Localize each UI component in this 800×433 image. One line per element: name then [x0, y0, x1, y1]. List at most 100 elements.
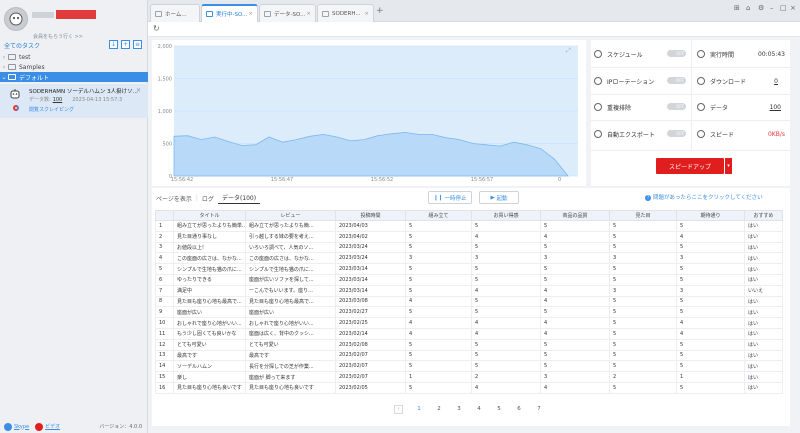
page-number[interactable]: 3: [449, 406, 469, 412]
clock-icon: [594, 50, 602, 58]
settings-icon[interactable]: ⚙: [758, 4, 764, 12]
page-number[interactable]: 7: [529, 406, 549, 412]
tab-home[interactable]: ホーム...: [150, 4, 200, 22]
task-title: SODERHAMN ソーデルハムン 3人掛けソ...: [29, 89, 138, 95]
column-header[interactable]: 投稿時間: [335, 210, 406, 221]
tab-data[interactable]: データ-SO... ×: [259, 4, 316, 22]
tree-item-default[interactable]: ⌄ デフォルト: [0, 72, 148, 82]
column-header[interactable]: [155, 210, 174, 221]
table-row[interactable]: 11 もう少し固くても良いかな 座面は広く、背中のクッシ... 2023/02/14 4…: [155, 327, 783, 340]
table-row[interactable]: 13 最高です 最高です 2023/02/07 5 5 5 5 5 はい: [155, 349, 783, 362]
table-row[interactable]: 8 見た目も座り心地も最高で... 見た目も座り心地も最高で... 2023/03/0…: [155, 295, 783, 308]
table-cell: 5: [676, 263, 745, 275]
table-row[interactable]: 6 ゆったりできる 座面が広いソファを探して... 2023/03/14 5 5 5 5 5 はい: [155, 273, 783, 286]
page-number[interactable]: 1: [409, 406, 429, 412]
table-row[interactable]: 2 見た目通り事なし 引っ越しする妹の要を考え... 2023/04/02 5 4 4 5 4 は…: [155, 230, 783, 243]
column-header[interactable]: 組み立て: [405, 210, 472, 221]
close-icon[interactable]: ×: [248, 11, 253, 17]
tab-log[interactable]: ログ: [198, 194, 218, 203]
data-section: ページを表示 | ログ データ(100) ❙❙ 一時停止 ▶ 起動 ? 問題があっ…: [152, 188, 790, 426]
folder-icon: [8, 54, 16, 60]
table-cell: 5: [405, 338, 472, 351]
column-header[interactable]: 期待通り: [676, 210, 745, 221]
download-value[interactable]: 0: [741, 78, 778, 85]
table-row[interactable]: 14 ソーデルハムン 長行を分探しでの芝が作業... 2023/02/07 5 5 5 5 5 は…: [155, 360, 783, 373]
table-cell: 5: [676, 295, 745, 308]
table-cell: 4: [471, 230, 541, 243]
tree-item-samples[interactable]: › Samples: [0, 62, 148, 72]
refresh-icon[interactable]: ↻: [153, 24, 160, 33]
skype-icon: [4, 422, 12, 431]
user-avatar[interactable]: [4, 7, 28, 31]
chevron-down-icon[interactable]: ▾: [725, 158, 732, 174]
tab-task[interactable]: SODERH... ×: [317, 4, 374, 22]
auto-export-toggle[interactable]: OFF: [667, 130, 686, 137]
close-icon[interactable]: ×: [364, 11, 369, 17]
table-row[interactable]: 7 満足中 ーこんでもいいます。座り... 2023/03/14 5 4 4 3 3 いいえ: [155, 284, 783, 297]
version-text: バージョン：4.0.0: [99, 424, 142, 430]
table-cell: はい: [744, 371, 783, 383]
table-row[interactable]: 3 お値段以上! いろいろ調べて、人気のソ... 2023/03/24 5 5 5 5 5 はい: [155, 241, 783, 254]
column-header[interactable]: 見た目: [609, 210, 677, 221]
pause-button[interactable]: ❙❙ 一時停止: [428, 191, 472, 204]
page-number[interactable]: 4: [469, 406, 489, 412]
table-cell: 4: [540, 317, 610, 329]
tab-page-view[interactable]: ページを表示: [152, 194, 196, 203]
pin-icon[interactable]: ⊞: [734, 4, 740, 12]
close-icon[interactable]: ×: [136, 87, 141, 94]
table-row[interactable]: 5 シンプルで生地も猫の爪に... シンプルで生地も猫の爪に... 2023/03/1…: [155, 263, 783, 275]
tab-data-count[interactable]: データ(100): [217, 193, 261, 204]
all-tasks-label[interactable]: 全てのタスク: [4, 41, 40, 50]
robot-icon: [9, 12, 23, 26]
gift-icon[interactable]: ⌂: [746, 4, 750, 12]
help-link[interactable]: ? 問題があったらここをクリックしてください: [645, 193, 763, 201]
import-icon[interactable]: ↓: [109, 40, 118, 49]
table-cell: 座面は広く、背中のクッシ...: [245, 327, 336, 340]
tree-item-test[interactable]: › test: [0, 52, 148, 62]
column-header[interactable]: 商品の品質: [540, 210, 610, 221]
schedule-toggle[interactable]: OFF: [667, 50, 686, 57]
table-cell: はい: [744, 252, 783, 265]
data-value[interactable]: 100: [741, 104, 781, 111]
close-window-icon[interactable]: ×: [790, 4, 796, 12]
table-row[interactable]: 12 とても可愛い とても可愛い 2023/02/08 5 5 5 5 5 はい: [155, 338, 783, 351]
task-card[interactable]: SODERHAMN ソーデルハムン 3人掛けソ... × データ数: 100 202…: [0, 84, 148, 118]
column-header[interactable]: タイトル: [173, 210, 246, 221]
page-number[interactable]: 5: [489, 406, 509, 412]
table-row[interactable]: 4 この座面の広さは、なかな... この座面の広さは、なかな... 2023/03/2…: [155, 252, 783, 265]
video-icon: [35, 422, 44, 431]
new-folder-icon[interactable]: +: [121, 40, 130, 49]
table-row[interactable]: 15 楽し 座面が 脚って来ます 2023/02/07 1 2 3 2 1 はい: [155, 371, 783, 383]
start-button[interactable]: ▶ 起動: [479, 191, 519, 204]
table-row[interactable]: 10 おしゃれで座り心地がいい... おしゃれで座り心地がいい... 2023/02/…: [155, 317, 783, 329]
speed-up-button[interactable]: スピードアップ: [656, 158, 724, 174]
member-link[interactable]: 会員をもらう行く >>: [33, 33, 83, 40]
task-icon: [322, 10, 329, 17]
new-tab-icon[interactable]: +: [376, 6, 384, 16]
table-row[interactable]: 1 組み立てが思ったよりも簡単... 組み立てが思ったよりも簡... 2023/04/…: [155, 220, 783, 232]
table-cell: 1: [676, 371, 745, 383]
column-header[interactable]: お買い得感: [471, 210, 541, 221]
page-number[interactable]: 2: [429, 406, 449, 412]
video-link[interactable]: ビデオ: [45, 423, 60, 430]
dedupe-toggle[interactable]: OFF: [667, 103, 686, 110]
page-number[interactable]: 6: [509, 406, 529, 412]
sort-icon[interactable]: ≡: [133, 40, 142, 49]
table-cell: 4: [471, 381, 541, 394]
data-count[interactable]: 100: [53, 97, 63, 103]
chevron-left-icon[interactable]: ‹: [394, 404, 403, 414]
table-cell: 5: [609, 230, 677, 243]
table-cell: 5: [676, 241, 745, 254]
minimize-icon[interactable]: –: [770, 4, 774, 12]
close-icon[interactable]: ×: [306, 11, 311, 17]
column-header[interactable]: レビュー: [245, 210, 336, 221]
ip-rotation-toggle[interactable]: OFF: [667, 77, 686, 84]
table-cell: 5: [676, 220, 745, 232]
table-cell: 5: [609, 241, 677, 254]
table-row[interactable]: 9 座面が広い 座面が広い 2023/02/27 5 5 5 5 5 はい: [155, 306, 783, 319]
column-header[interactable]: おすすめ: [744, 210, 783, 221]
skype-link[interactable]: Skype: [14, 424, 29, 430]
maximize-icon[interactable]: □: [780, 4, 787, 12]
tab-running[interactable]: 実行中-SO... ×: [201, 4, 258, 22]
table-row[interactable]: 16 見た目も座り心地も良いです 見た目も座り心地も良いです 2023/02/05 5 4…: [155, 381, 783, 394]
